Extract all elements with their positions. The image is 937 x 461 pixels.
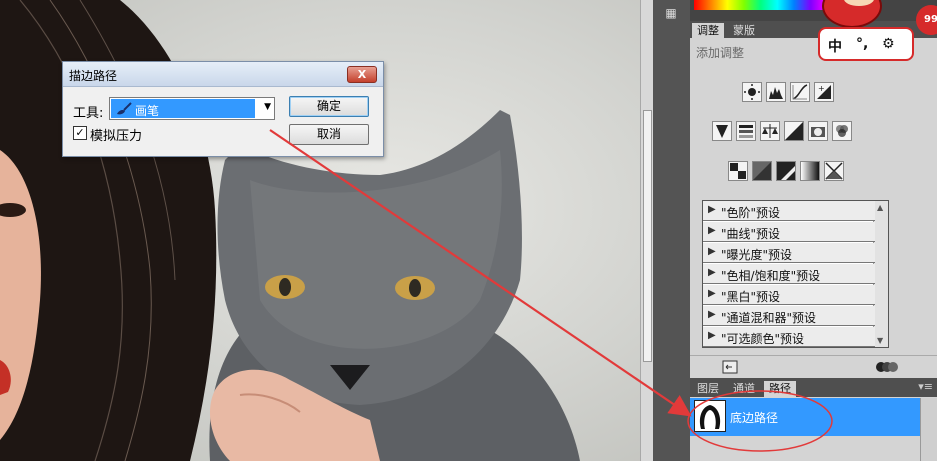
- preset-label: "黑白"预设: [721, 290, 781, 304]
- expand-triangle-icon[interactable]: ▶: [708, 288, 716, 299]
- return-to-list-icon[interactable]: [722, 360, 738, 374]
- adjustment-icons-row-3: [728, 161, 844, 181]
- posterize-icon[interactable]: [752, 161, 772, 181]
- preset-label: "色阶"预设: [721, 206, 781, 220]
- layers-tabbar: 图层 通道 路径 ▾≡: [690, 378, 937, 397]
- adjustment-presets-list: ▲ ▼ ▶ "色阶"预设 ▶ "曲线"预设 ▶ "曝光度"预设 ▶ "色相/饱和度"预设 ▶ "黑白…: [702, 200, 889, 348]
- preset-item[interactable]: ▶ "曲线"预设: [703, 222, 875, 242]
- close-button[interactable]: X: [347, 66, 377, 83]
- tab-paths[interactable]: 路径: [764, 381, 796, 397]
- preset-item[interactable]: ▶ "通道混和器"预设: [703, 306, 875, 326]
- add-adjustment-heading: 添加调整: [696, 46, 745, 60]
- gradient-map-icon[interactable]: [800, 161, 820, 181]
- panel-dock-strip: ▦: [653, 0, 690, 461]
- expand-triangle-icon[interactable]: ▶: [708, 225, 716, 236]
- tab-layers[interactable]: 图层: [692, 381, 724, 397]
- tool-select-highlight: 画笔: [111, 99, 255, 118]
- preset-item[interactable]: ▶ "曝光度"预设: [703, 243, 875, 263]
- svg-text:+: +: [818, 84, 825, 93]
- chevron-down-icon[interactable]: ▼: [264, 102, 271, 112]
- path-thumbnail: [694, 400, 726, 432]
- notification-badge: 99: [916, 5, 937, 35]
- expand-triangle-icon[interactable]: ▶: [708, 267, 716, 278]
- right-panel-dock: 调整 蒙版 添加调整 + ▲ ▼ ▶ "色阶"预设 ▶ "曲线"预设 ▶ "曝光度"预设 ▶ "…: [690, 0, 937, 461]
- preset-item[interactable]: ▶ "黑白"预设: [703, 285, 875, 305]
- expand-triangle-icon[interactable]: ▶: [708, 246, 716, 257]
- stroke-path-dialog: 描边路径 X 工具: 画笔 ▼ ✓ 模拟压力 确定 取消: [62, 61, 384, 157]
- adjustment-icons-row-2: [712, 121, 852, 141]
- preset-item[interactable]: ▶ "可选颜色"预设: [703, 327, 875, 347]
- threshold-icon[interactable]: [776, 161, 796, 181]
- expand-triangle-icon[interactable]: ▶: [708, 204, 716, 215]
- adjustments-footer: [690, 355, 937, 378]
- simulate-pressure-checkbox[interactable]: ✓: [73, 126, 87, 140]
- black-white-icon[interactable]: [784, 121, 804, 141]
- brush-icon: [117, 102, 132, 115]
- tab-channels[interactable]: 通道: [728, 381, 760, 397]
- ime-mode-toggle[interactable]: 中: [828, 36, 842, 56]
- path-list-item[interactable]: 底边路径: [690, 398, 920, 436]
- tab-masks[interactable]: 蒙版: [728, 23, 760, 38]
- color-balance-icon[interactable]: [760, 121, 780, 141]
- tool-label: 工具:: [73, 106, 104, 121]
- photo-filter-icon[interactable]: [808, 121, 828, 141]
- simulate-pressure-label[interactable]: 模拟压力: [90, 125, 142, 144]
- preset-label: "可选颜色"预设: [721, 332, 805, 346]
- ok-button[interactable]: 确定: [289, 96, 369, 117]
- paths-list-empty-area[interactable]: [690, 436, 937, 461]
- expand-triangle-icon[interactable]: ▶: [708, 330, 716, 341]
- preset-item[interactable]: ▶ "色相/饱和度"预设: [703, 264, 875, 284]
- adjustment-icons-row-1: +: [742, 82, 834, 102]
- dialog-titlebar[interactable]: 描边路径 X: [63, 62, 383, 87]
- invert-icon[interactable]: [728, 161, 748, 181]
- tool-select-value: 画笔: [135, 104, 160, 118]
- preset-label: "色相/饱和度"预设: [721, 269, 821, 283]
- cancel-button[interactable]: 取消: [289, 124, 369, 145]
- tab-adjustments[interactable]: 调整: [692, 23, 724, 38]
- gear-icon[interactable]: ⚙: [882, 36, 895, 52]
- scroll-down-icon[interactable]: ▼: [877, 336, 883, 345]
- ime-status-widget[interactable]: 中 °, ⚙ 99: [816, 0, 937, 62]
- history-icon[interactable]: ▦: [662, 6, 680, 22]
- preset-label: "曲线"预设: [721, 227, 781, 241]
- preset-label: "曝光度"预设: [721, 248, 793, 262]
- expand-triangle-icon[interactable]: ▶: [708, 309, 716, 320]
- levels-icon[interactable]: [766, 82, 786, 102]
- ime-toolbar: 中 °, ⚙: [818, 27, 914, 61]
- presets-scrollbar[interactable]: ▲ ▼: [873, 201, 888, 347]
- channel-mixer-icon[interactable]: [832, 121, 852, 141]
- clip-visibility-icon[interactable]: [876, 360, 898, 374]
- tool-select[interactable]: 画笔 ▼: [109, 97, 275, 120]
- scroll-up-icon[interactable]: ▲: [877, 203, 883, 212]
- paths-scrollbar[interactable]: [920, 398, 937, 461]
- selective-color-icon[interactable]: [824, 161, 844, 181]
- curves-icon[interactable]: [790, 82, 810, 102]
- path-name[interactable]: 底边路径: [730, 409, 778, 426]
- canvas-vertical-scrollbar[interactable]: [640, 0, 653, 461]
- brightness-contrast-icon[interactable]: [742, 82, 762, 102]
- ime-punctuation-toggle[interactable]: °,: [856, 36, 868, 52]
- scrollbar-thumb[interactable]: [643, 110, 652, 362]
- ime-mascot: [822, 0, 882, 28]
- dialog-title: 描边路径: [69, 69, 118, 83]
- panel-menu-icon[interactable]: ▾≡: [918, 380, 933, 393]
- hue-saturation-icon[interactable]: [736, 121, 756, 141]
- preset-label: "通道混和器"预设: [721, 311, 817, 325]
- preset-item[interactable]: ▶ "色阶"预设: [703, 201, 875, 221]
- vibrance-icon[interactable]: [712, 121, 732, 141]
- exposure-icon[interactable]: +: [814, 82, 834, 102]
